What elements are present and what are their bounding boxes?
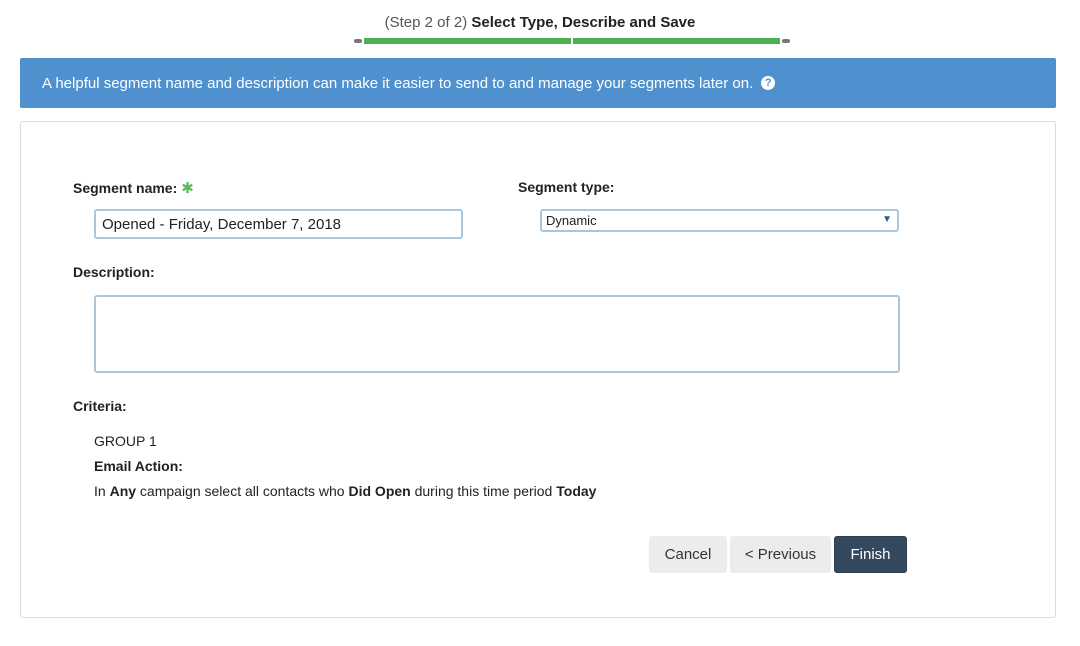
description-label: Description:	[73, 264, 155, 280]
progress-segment-1	[364, 38, 571, 44]
segment-name-label-text: Segment name:	[73, 180, 178, 196]
criteria-label: Criteria:	[73, 398, 127, 414]
step-title: Select Type, Describe and Save	[471, 14, 696, 31]
help-icon[interactable]: ?	[761, 76, 776, 90]
description-textarea[interactable]	[94, 295, 900, 373]
progress-bar	[354, 38, 790, 44]
criteria-text-1: In	[94, 483, 106, 499]
criteria-description: In Any campaign select all contacts who …	[94, 483, 596, 499]
segment-form-panel: Segment name:✱ Segment type: Dynamic ▼ D…	[20, 121, 1056, 618]
info-banner-text: A helpful segment name and description c…	[42, 74, 754, 92]
step-header: (Step 2 of 2) Select Type, Describe and …	[0, 14, 1080, 31]
segment-name-label: Segment name: ✱	[73, 179, 194, 197]
segment-name-input[interactable]	[94, 209, 463, 239]
email-action-label: Email Action:	[94, 458, 183, 474]
segment-type-select[interactable]: Dynamic ▼	[540, 209, 899, 232]
criteria-period-value: Today	[556, 483, 597, 499]
progress-segment-2	[573, 38, 780, 44]
info-banner: A helpful segment name and description c…	[20, 58, 1056, 108]
progress-cap-right	[782, 39, 790, 43]
criteria-campaign-value: Any	[109, 483, 137, 499]
progress-cap-left	[354, 39, 362, 43]
previous-button[interactable]: < Previous	[730, 536, 831, 573]
criteria-text-2: campaign select all contacts who	[139, 483, 345, 499]
chevron-down-icon: ▼	[882, 214, 892, 225]
step-indicator: (Step 2 of 2)	[384, 14, 468, 31]
required-asterisk-icon: ✱	[181, 180, 194, 197]
cancel-button[interactable]: Cancel	[649, 536, 727, 573]
segment-type-selected-value: Dynamic	[546, 213, 597, 228]
criteria-group-label: GROUP 1	[94, 433, 157, 449]
criteria-action-value: Did Open	[348, 483, 411, 499]
finish-button[interactable]: Finish	[834, 536, 907, 573]
criteria-text-3: during this time period	[414, 483, 553, 499]
segment-type-label: Segment type:	[518, 179, 615, 195]
